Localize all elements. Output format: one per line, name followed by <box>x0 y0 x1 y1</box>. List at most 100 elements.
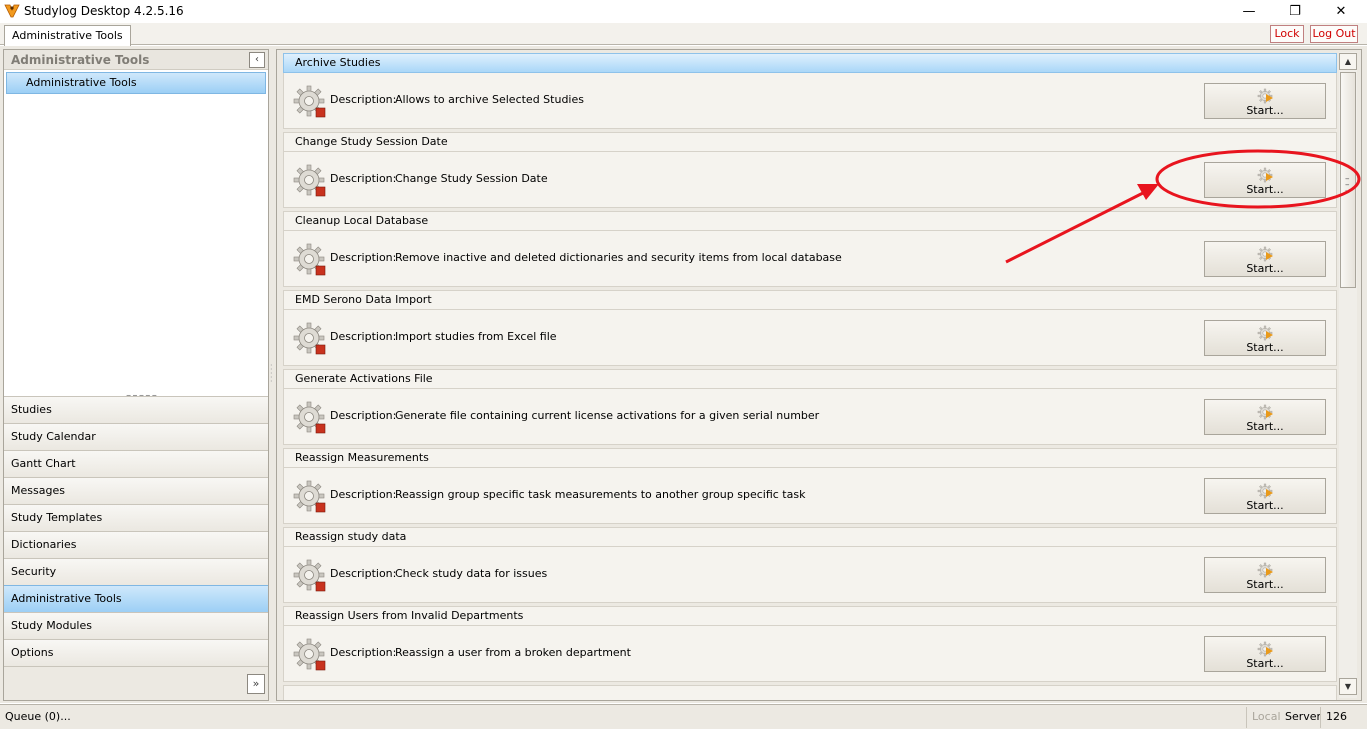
tool-body: Description: Allows to archive Selected S… <box>283 73 1337 129</box>
vertical-scrollbar[interactable]: ▲ – – – ▼ <box>1339 52 1357 698</box>
tool-list: Archive Studies Description: Allows to arc… <box>283 53 1337 685</box>
tool-body: Description: Reassign group specific task… <box>283 468 1337 524</box>
more-buttons-button[interactable]: » <box>247 674 265 694</box>
double-chevron-icon: » <box>252 677 260 690</box>
collapse-pane-button[interactable]: ‹ <box>249 52 265 68</box>
start-button[interactable]: Start... <box>1204 399 1326 435</box>
chevron-left-icon: ‹ <box>255 54 259 65</box>
tool-card-reassign-study-data: Reassign study data Description: Check stu… <box>283 527 1337 606</box>
tool-title[interactable]: Change Study Session Date <box>283 132 1337 152</box>
description-value: Change Study Session Date <box>395 172 548 185</box>
logout-button[interactable]: Log Out <box>1310 25 1358 43</box>
tool-card-cleanup-local-database: Cleanup Local Database Description: Remove… <box>283 211 1337 290</box>
description-value: Reassign a user from a broken department <box>395 646 631 659</box>
start-button[interactable]: Start... <box>1204 636 1326 672</box>
tool-card-change-study-session-date: Change Study Session Date Description: Cha… <box>283 132 1337 211</box>
tool-title[interactable]: Cleanup Local Database <box>283 211 1337 231</box>
window-title: Studylog Desktop 4.2.5.16 <box>24 4 184 18</box>
description-label: Description: <box>330 251 397 264</box>
gear-play-icon <box>1257 246 1273 262</box>
gear-stop-icon <box>292 242 326 276</box>
nav-item-administrative-tools[interactable]: Administrative Tools <box>4 585 268 612</box>
gear-stop-icon <box>292 637 326 671</box>
tool-body: Description: Reassign a user from a broke… <box>283 626 1337 682</box>
tool-card-archive-studies: Archive Studies Description: Allows to arc… <box>283 53 1337 132</box>
gear-play-icon <box>1257 562 1273 578</box>
gear-stop-icon <box>292 84 326 118</box>
start-button-label: Start... <box>1246 499 1284 512</box>
gear-play-icon <box>1257 325 1273 341</box>
nav-item-studies[interactable]: Studies <box>4 396 268 423</box>
gear-play-icon <box>1257 404 1273 420</box>
start-button-label: Start... <box>1246 420 1284 433</box>
description-label: Description: <box>330 409 397 422</box>
tool-title[interactable]: EMD Serono Data Import <box>283 290 1337 310</box>
start-button[interactable]: Start... <box>1204 478 1326 514</box>
close-window-button[interactable]: ✕ <box>1318 0 1364 23</box>
scroll-up-button[interactable]: ▲ <box>1339 53 1357 70</box>
start-button[interactable]: Start... <box>1204 557 1326 593</box>
nav-item-options[interactable]: Options <box>4 639 268 666</box>
description-value: Generate file containing current license… <box>395 409 820 422</box>
gear-stop-icon <box>292 163 326 197</box>
tool-title[interactable]: Reassign Measurements <box>283 448 1337 468</box>
vertical-splitter-grip[interactable]: · · · · · <box>270 362 273 386</box>
start-button[interactable]: Start... <box>1204 162 1326 198</box>
grip-icon: – – – <box>1345 174 1350 196</box>
scroll-thumb[interactable]: – – – <box>1340 72 1356 288</box>
navigation-list: Studies Study Calendar Gantt Chart Messages… <box>4 396 268 666</box>
start-button-label: Start... <box>1246 262 1284 275</box>
maximize-button[interactable]: ❐ <box>1272 0 1318 23</box>
tool-card-generate-activations-file: Generate Activations File Description: Gen… <box>283 369 1337 448</box>
status-bar: Queue (0)... Local Server 126 Mb <box>0 704 1367 729</box>
tool-title[interactable]: Reassign Users from Invalid Departments <box>283 606 1337 626</box>
gear-stop-icon <box>292 558 326 592</box>
start-button[interactable]: Start... <box>1204 83 1326 119</box>
partially-visible-tool-header <box>283 685 1337 700</box>
scroll-down-button[interactable]: ▼ <box>1339 678 1357 695</box>
tool-body: Description: Import studies from Excel fi… <box>283 310 1337 366</box>
tab-administrative-tools[interactable]: Administrative Tools <box>4 25 131 46</box>
description-label: Description: <box>330 93 397 106</box>
nav-item-gantt-chart[interactable]: Gantt Chart <box>4 450 268 477</box>
nav-item-study-templates[interactable]: Study Templates <box>4 504 268 531</box>
nav-item-security[interactable]: Security <box>4 558 268 585</box>
description-label: Description: <box>330 172 397 185</box>
description-label: Description: <box>330 488 397 501</box>
title-bar: Studylog Desktop 4.2.5.16 — ❐ ✕ <box>0 0 1367 23</box>
nav-item-dictionaries[interactable]: Dictionaries <box>4 531 268 558</box>
navigation-pane: Administrative Tools ‹ Administrative To… <box>3 49 269 701</box>
description-value: Reassign group specific task measurement… <box>395 488 806 501</box>
start-button-label: Start... <box>1246 657 1284 670</box>
gear-play-icon <box>1257 483 1273 499</box>
nav-item-messages[interactable]: Messages <box>4 477 268 504</box>
navigation-pane-header: Administrative Tools ‹ <box>4 50 268 70</box>
minimize-icon: — <box>1242 4 1256 19</box>
tool-title[interactable]: Archive Studies <box>283 53 1337 73</box>
queue-status[interactable]: Queue (0)... <box>5 710 71 723</box>
nav-item-study-modules[interactable]: Study Modules <box>4 612 268 639</box>
start-button-label: Start... <box>1246 104 1284 117</box>
close-icon: ✕ <box>1335 4 1347 19</box>
tool-title[interactable]: Reassign study data <box>283 527 1337 547</box>
nav-item-study-calendar[interactable]: Study Calendar <box>4 423 268 450</box>
description-label: Description: <box>330 646 397 659</box>
tool-body: Description: Check study data for issues S… <box>283 547 1337 603</box>
start-button[interactable]: Start... <box>1204 320 1326 356</box>
tab-strip: Administrative Tools Lock Log Out <box>0 23 1367 46</box>
arrow-down-icon: ▼ <box>1344 682 1352 691</box>
tool-card-reassign-measurements: Reassign Measurements Description: Reassig… <box>283 448 1337 527</box>
lock-button[interactable]: Lock <box>1270 25 1304 43</box>
tool-body: Description: Remove inactive and deleted … <box>283 231 1337 287</box>
description-label: Description: <box>330 330 397 343</box>
tool-card-reassign-users-from-invalid-departments: Reassign Users from Invalid Departments D… <box>283 606 1337 685</box>
tool-title[interactable]: Generate Activations File <box>283 369 1337 389</box>
tree-item-administrative-tools[interactable]: Administrative Tools <box>6 72 266 94</box>
workspace: Administrative Tools ‹ Administrative To… <box>0 46 1367 703</box>
navigation-footer: » <box>4 666 268 700</box>
start-button[interactable]: Start... <box>1204 241 1326 277</box>
gear-stop-icon <box>292 321 326 355</box>
minimize-button[interactable]: — <box>1226 0 1272 23</box>
description-value: Import studies from Excel file <box>395 330 557 343</box>
tool-body: Description: Generate file containing cur… <box>283 389 1337 445</box>
